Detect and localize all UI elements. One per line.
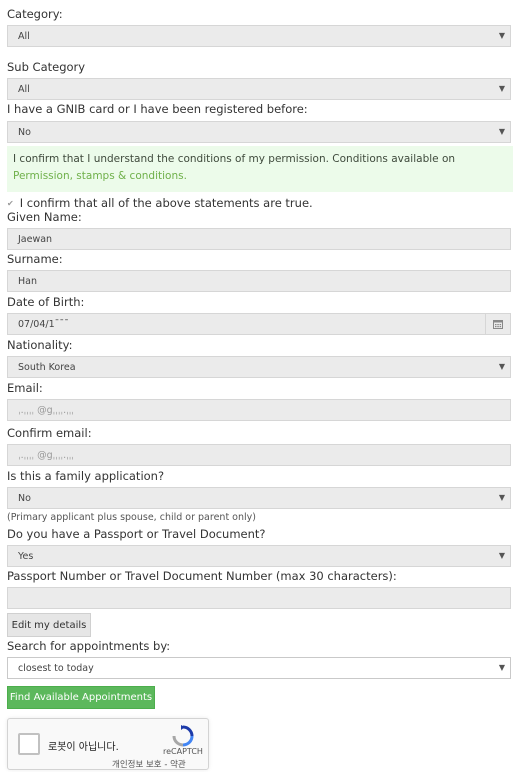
notice-text: I confirm that I understand the conditio… [13,153,456,165]
family-value: No [18,492,31,504]
passport-label: Do you have a Passport or Travel Documen… [7,527,266,541]
chevron-down-icon: ▼ [498,84,505,93]
surname-input[interactable]: Han [7,270,511,292]
gnib-value: No [18,126,31,138]
family-label: Is this a family application? [7,469,165,483]
email-label: Email: [7,381,43,395]
chevron-down-icon: ▼ [498,493,505,502]
category-select[interactable]: All ▼ [7,25,511,47]
recaptcha-privacy-links[interactable]: 개인정보 보호 - 약관 [112,758,186,770]
recaptcha-widget: 로봇이 아닙니다. reCAPTCH 개인정보 보호 - 약관 [7,718,209,770]
chevron-down-icon: ▼ [498,362,505,371]
family-help-text: (Primary applicant plus spouse, child or… [7,512,256,523]
nationality-select[interactable]: South Korea ▼ [7,356,511,378]
recaptcha-brand: reCAPTCH [163,747,203,756]
search-by-select[interactable]: closest to today ▼ [7,657,511,679]
email-input[interactable]: ˌ.ˌˌˌˌ @gˌˌˌˌ.ˌˌˌ [7,399,511,421]
surname-value: Han [18,275,37,287]
gnib-label: I have a GNIB card or I have been regist… [7,102,308,116]
confirm-email-label: Confirm email: [7,426,92,440]
confirm-row: ✔ I confirm that all of the above statem… [7,196,313,210]
passport-value: Yes [18,550,34,562]
sub-category-label: Sub Category [7,60,86,74]
dob-input[interactable]: 07/04/1ˉˉˉ [7,313,511,335]
surname-label: Surname: [7,252,63,266]
chevron-down-icon: ▼ [498,551,505,560]
sub-category-select[interactable]: All ▼ [7,78,511,100]
edit-details-button[interactable]: Edit my details [7,613,91,637]
confirm-label: I confirm that all of the above statemen… [19,196,313,210]
recaptcha-checkbox[interactable] [18,733,40,755]
dob-label: Date of Birth: [7,295,85,309]
passport-select[interactable]: Yes ▼ [7,545,511,567]
chevron-down-icon: ▼ [498,127,505,136]
nationality-label: Nationality: [7,338,73,352]
given-name-label: Given Name: [7,210,82,224]
given-name-value: Jaewan [18,233,53,245]
confirm-email-value: ˌ.ˌˌˌˌ @gˌˌˌˌ.ˌˌˌ [18,449,74,461]
passport-number-label: Passport Number or Travel Document Numbe… [7,569,397,583]
chevron-down-icon: ▼ [498,663,505,672]
passport-number-input[interactable] [7,587,511,609]
email-value: ˌ.ˌˌˌˌ @gˌˌˌˌ.ˌˌˌ [18,404,74,416]
calendar-icon[interactable] [485,314,510,334]
recaptcha-text: 로봇이 아닙니다. [48,742,119,753]
find-appointments-button[interactable]: Find Available Appointments [7,686,155,709]
gnib-select[interactable]: No ▼ [7,121,511,143]
nationality-value: South Korea [18,361,76,373]
search-by-value: closest to today [18,662,94,674]
checkbox-icon[interactable]: ✔ [7,199,14,208]
category-value: All [18,30,30,42]
confirm-email-input[interactable]: ˌ.ˌˌˌˌ @gˌˌˌˌ.ˌˌˌ [7,444,511,466]
given-name-input[interactable]: Jaewan [7,228,511,250]
category-label: Category: [7,7,63,21]
family-select[interactable]: No ▼ [7,487,511,509]
sub-category-value: All [18,83,30,95]
conditions-link[interactable]: Permission, stamps & conditions. [13,170,187,182]
dob-value: 07/04/1ˉˉˉ [18,318,69,330]
conditions-notice: I confirm that I understand the conditio… [7,146,513,192]
search-by-label: Search for appointments by: [7,639,171,653]
chevron-down-icon: ▼ [498,31,505,40]
